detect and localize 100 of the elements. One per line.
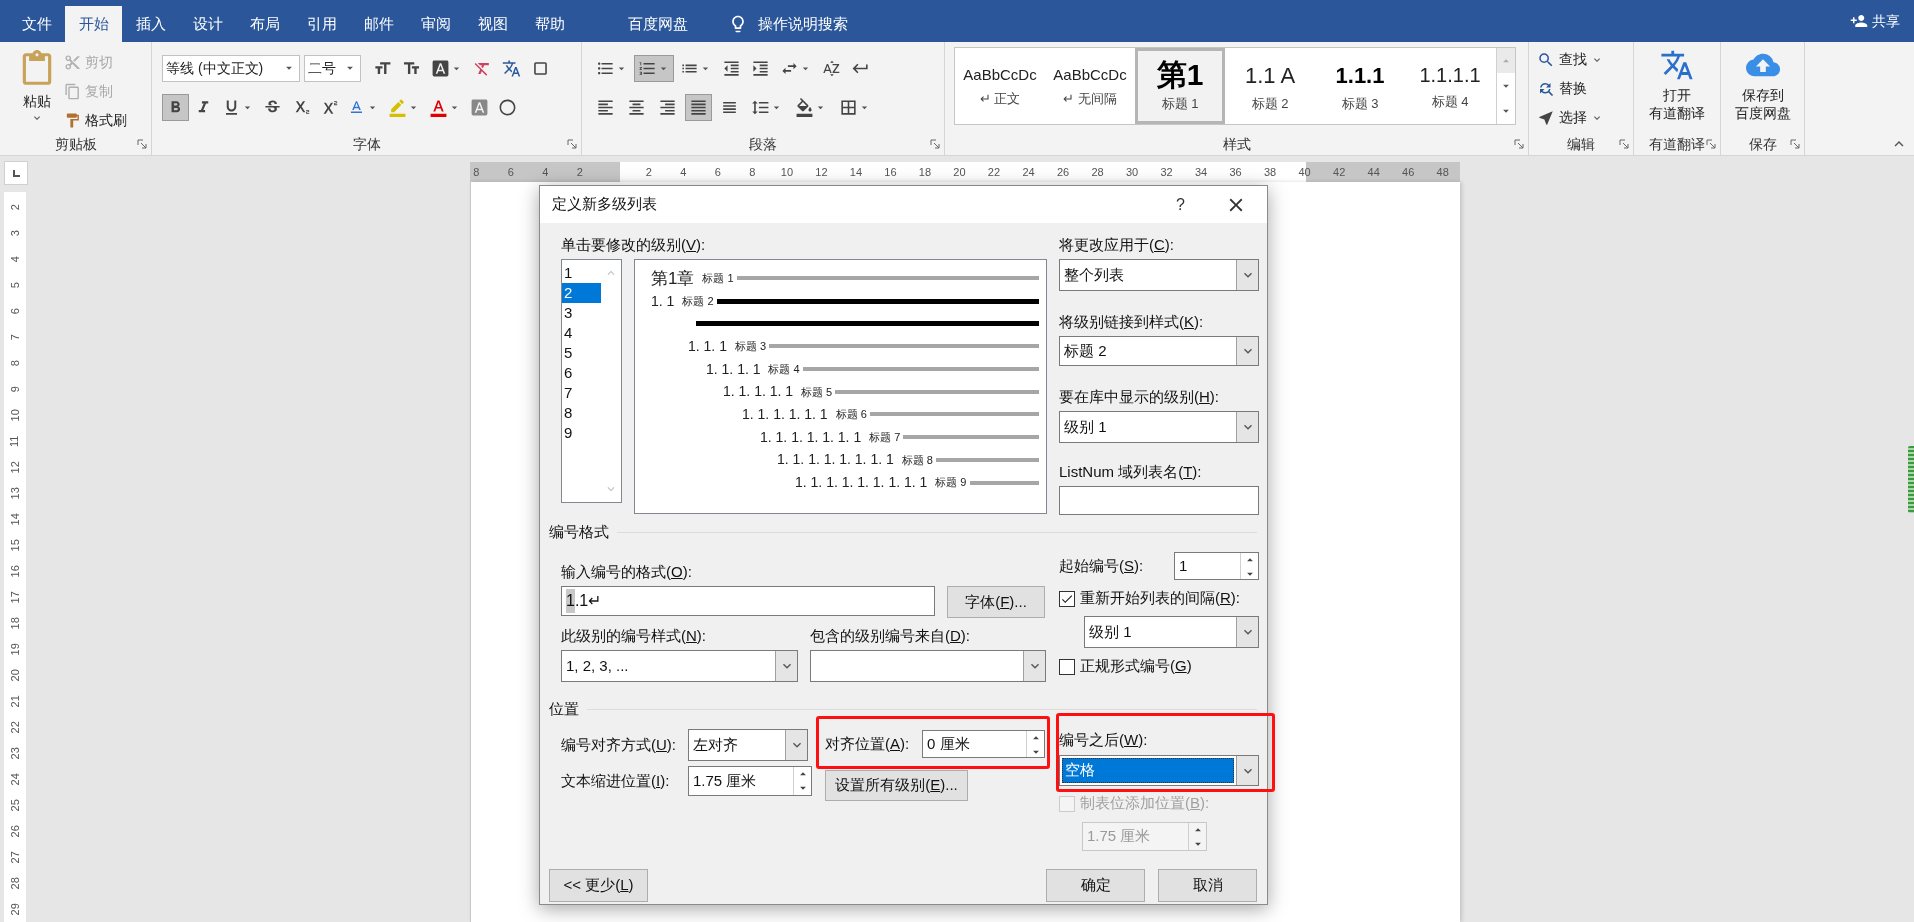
field-label: 包含的级别编号来自(D): bbox=[810, 626, 970, 645]
style-name: 标题 1 bbox=[702, 271, 734, 287]
dialog-title: 定义新多级列表 bbox=[552, 194, 657, 215]
toolbar-button[interactable]: 查找 bbox=[1537, 47, 1633, 72]
ruler-number: 6 bbox=[7, 307, 22, 315]
level-item[interactable]: 3 bbox=[562, 303, 601, 323]
dropdown[interactable]: 级别 1 bbox=[1059, 411, 1259, 443]
ruler-number: 4 bbox=[542, 164, 549, 180]
ruler-number: 4 bbox=[7, 255, 22, 263]
style-gallery-item[interactable]: 第1 标题 1 bbox=[1135, 48, 1225, 124]
group-label: 字体 bbox=[352, 134, 381, 154]
font-size-dropdown[interactable]: 二号 bbox=[304, 54, 361, 82]
shaded-letter-icon bbox=[470, 97, 489, 117]
toolbar-button[interactable] bbox=[162, 93, 189, 121]
dialog-launcher-icon[interactable] bbox=[1619, 139, 1629, 149]
left-tab-icon bbox=[11, 168, 21, 178]
ribbon-tab[interactable]: 文件 bbox=[8, 6, 65, 42]
level-item[interactable]: 8 bbox=[562, 403, 601, 423]
toolbar-button[interactable] bbox=[685, 93, 712, 121]
cursor-icon bbox=[1537, 108, 1555, 127]
level-item[interactable]: 2 bbox=[562, 283, 601, 303]
style-gallery-item[interactable]: 1.1.1 标题 3 bbox=[1315, 48, 1405, 124]
style-gallery-item[interactable]: 1.1 A 标题 2 bbox=[1225, 48, 1315, 124]
spin-field[interactable]: 0 厘米 bbox=[922, 730, 1045, 758]
search-field[interactable]: 操作说明搜索 bbox=[758, 12, 848, 36]
scrollbar-thumb[interactable] bbox=[1908, 446, 1914, 513]
paint-bucket-icon bbox=[795, 97, 814, 117]
dialog-button[interactable]: 设置所有级别(E)... bbox=[825, 770, 968, 801]
dialog-launcher-icon[interactable] bbox=[1706, 139, 1716, 149]
spin-field[interactable]: 1 bbox=[1174, 552, 1259, 580]
ribbon-tab[interactable]: 布局 bbox=[236, 6, 293, 42]
style-name: 标题 3 bbox=[734, 339, 767, 355]
font-name-dropdown[interactable]: 等线 (中文正文) bbox=[162, 54, 300, 82]
group-label: 剪贴板 bbox=[54, 134, 97, 154]
toolbar-button[interactable]: 格式刷 bbox=[64, 108, 127, 133]
ruler-number: 12 bbox=[815, 164, 828, 180]
ribbon-tab[interactable]: 帮助 bbox=[521, 6, 578, 42]
ribbon-tab[interactable]: 视图 bbox=[464, 6, 521, 42]
tab-selector[interactable] bbox=[4, 161, 28, 185]
checkbox[interactable] bbox=[1059, 658, 1075, 675]
ribbon-tab[interactable]: 邮件 bbox=[350, 6, 407, 42]
level-item[interactable]: 5 bbox=[562, 343, 601, 363]
dialog-button[interactable]: 字体(F)... bbox=[947, 586, 1045, 618]
dialog-launcher-icon[interactable] bbox=[1514, 139, 1524, 149]
style-name: ↵ 正文 bbox=[979, 89, 1021, 108]
level-item[interactable]: 6 bbox=[562, 363, 601, 383]
ruler-number: 15 bbox=[7, 538, 22, 552]
dialog-launcher-icon[interactable] bbox=[1790, 139, 1800, 149]
ruler-number: 44 bbox=[1367, 164, 1380, 180]
toolbar-button[interactable]: 选择 bbox=[1537, 105, 1633, 130]
field-label: 单击要修改的级别(V): bbox=[561, 236, 706, 253]
ribbon-tab[interactable]: 设计 bbox=[179, 6, 236, 42]
paste-button[interactable]: 粘贴 bbox=[14, 50, 60, 133]
ruler-number: 36 bbox=[1229, 164, 1242, 180]
ribbon-tab[interactable]: 插入 bbox=[122, 6, 179, 42]
style-gallery-item[interactable]: AaBbCcDc ↵ 无间隔 bbox=[1045, 48, 1135, 124]
dialog-button[interactable]: << 更少(L) bbox=[549, 869, 648, 902]
level-item[interactable]: 7 bbox=[562, 383, 601, 403]
ruler-number: 17 bbox=[7, 590, 22, 604]
dropdown[interactable]: 左对齐 bbox=[688, 729, 808, 761]
style-gallery-item[interactable]: AaBbCcDc ↵ 正文 bbox=[955, 48, 1045, 124]
dropdown[interactable]: 1, 2, 3, ... bbox=[561, 650, 798, 682]
ribbon-tab[interactable]: 审阅 bbox=[407, 6, 464, 42]
spin-field[interactable]: 1.75 厘米 bbox=[688, 766, 812, 796]
field-label: 重新开始列表的间隔(R): bbox=[1080, 588, 1240, 609]
input-field[interactable]: 1.1↵ bbox=[561, 586, 935, 616]
dropdown[interactable]: 整个列表 bbox=[1059, 259, 1259, 291]
dropdown[interactable]: 空格 bbox=[1059, 755, 1259, 786]
sort-icon bbox=[822, 58, 841, 78]
dropdown[interactable]: 标题 2 bbox=[1059, 336, 1259, 366]
dialog-launcher-icon[interactable] bbox=[137, 139, 147, 149]
ruler-number: 7 bbox=[7, 333, 22, 341]
dialog-launcher-icon[interactable] bbox=[567, 139, 577, 149]
ruler-number: 38 bbox=[1264, 164, 1277, 180]
style-name: 标题 4 bbox=[768, 361, 800, 377]
level-item[interactable]: 1 bbox=[562, 263, 601, 283]
level-item[interactable]: 9 bbox=[562, 423, 601, 443]
ribbon-tab[interactable]: 开始 bbox=[65, 6, 122, 42]
dialog-button[interactable]: 取消 bbox=[1158, 869, 1257, 902]
toolbar-button[interactable]: 替换 bbox=[1537, 76, 1633, 101]
dialog-launcher-icon[interactable] bbox=[930, 139, 940, 149]
style-gallery-item[interactable]: 1.1.1.1 标题 4 bbox=[1405, 48, 1495, 124]
dropdown[interactable]: 级别 1 bbox=[1084, 616, 1259, 648]
help-button[interactable]: ? bbox=[1176, 192, 1185, 217]
style-name: ↵ 无间隔 bbox=[1063, 89, 1117, 108]
dialog-button[interactable]: 确定 bbox=[1046, 869, 1145, 902]
translate-button[interactable]: 打开 有道翻译 bbox=[1634, 42, 1720, 122]
ruler-number: 2 bbox=[7, 203, 22, 211]
checkbox[interactable] bbox=[1059, 590, 1075, 607]
scissors-icon bbox=[64, 54, 81, 71]
toolbar-button[interactable] bbox=[634, 54, 674, 82]
field-label: 起始编号(S): bbox=[1059, 556, 1144, 574]
dropdown[interactable] bbox=[810, 650, 1046, 682]
ribbon-tab[interactable]: 引用 bbox=[293, 6, 350, 42]
ribbon-tab[interactable]: 百度网盘 bbox=[628, 6, 688, 42]
input-field[interactable] bbox=[1059, 486, 1259, 515]
level-item[interactable]: 4 bbox=[562, 323, 601, 343]
ruler-number: 4 bbox=[680, 164, 687, 180]
share-button[interactable]: 共享 bbox=[1850, 10, 1900, 32]
save-button[interactable]: 保存到 百度网盘 bbox=[1721, 42, 1804, 122]
